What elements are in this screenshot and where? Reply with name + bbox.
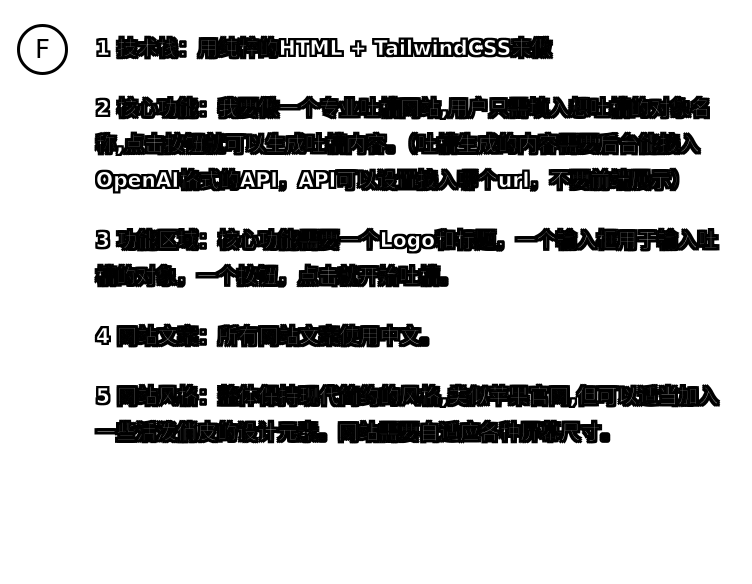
- message-paragraph-core-features: 2 核心功能：我要做一个专业吐槽网站,用户只需填入想吐槽的对象名称,点击按钮就可…: [96, 96, 711, 193]
- message-paragraph-style: 5 网站风格：整体保持现代简约的风格,类似苹果官网,但可以适当加入一些活泼俏皮的…: [96, 384, 719, 445]
- user-avatar: F: [17, 24, 68, 75]
- avatar-initial: F: [35, 34, 50, 65]
- message-paragraph-feature-areas: 3 功能区域：核心功能需要一个Logo和标题，一个输入框用于输入吐槽的对象，一个…: [96, 228, 719, 289]
- chat-message: 1 技术栈：用纯粹的HTML + TailwindCSS来做 2 核心功能：我要…: [96, 30, 726, 474]
- message-paragraph-copywriting: 4 网站文案：所有网站文案使用中文。: [96, 324, 441, 349]
- message-paragraph-tech-stack: 1 技术栈：用纯粹的HTML + TailwindCSS来做: [96, 36, 552, 61]
